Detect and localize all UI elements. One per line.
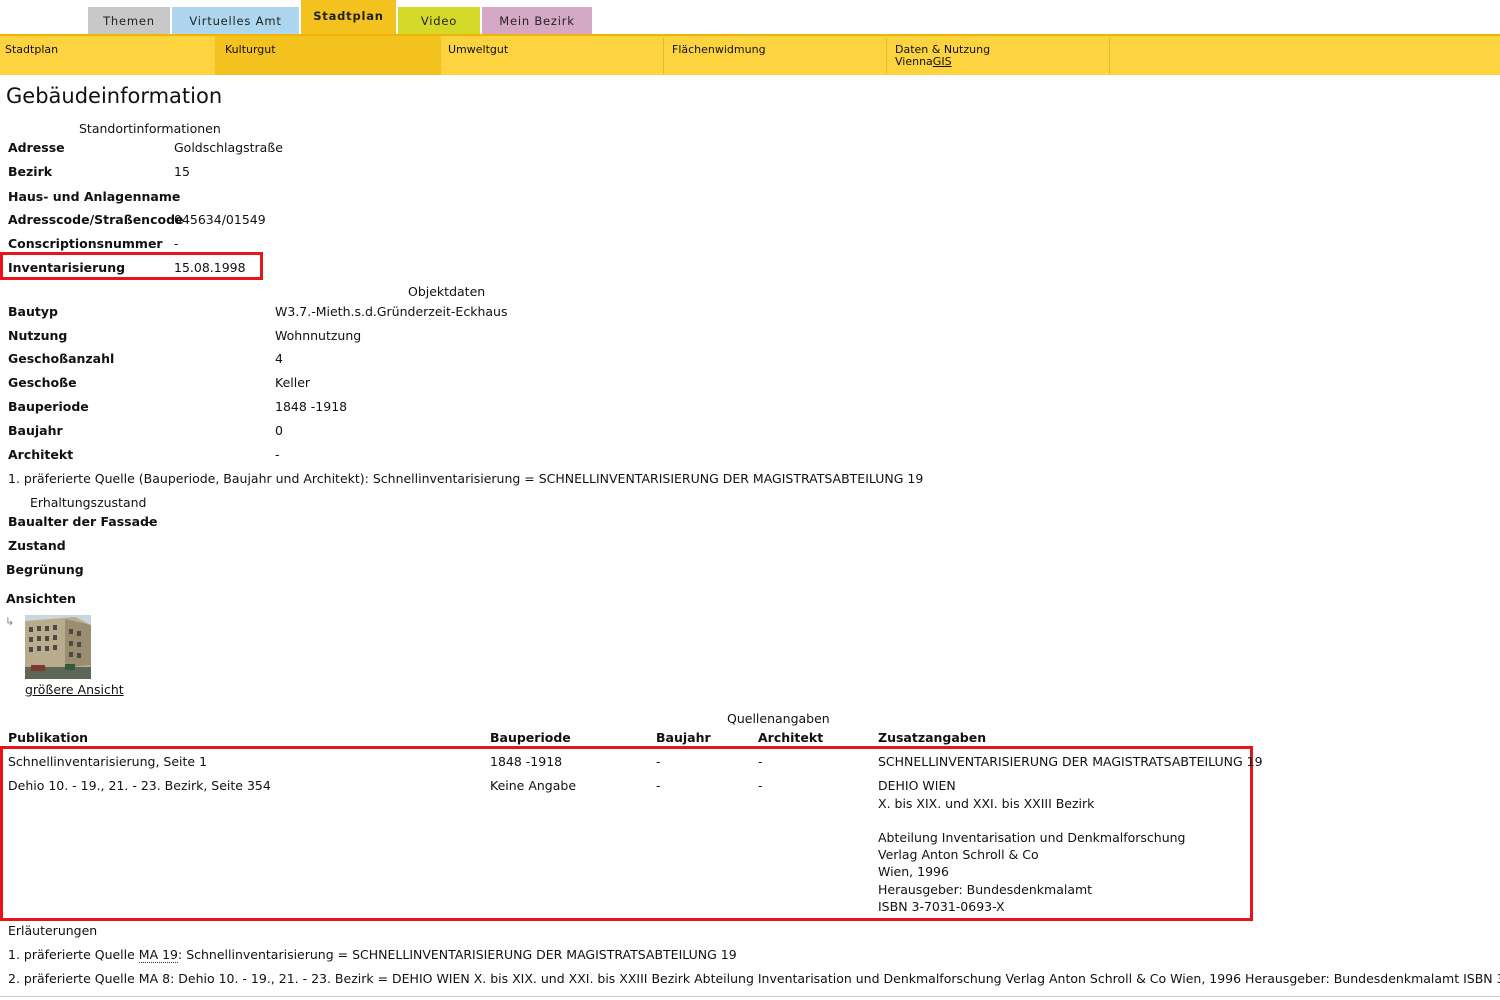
quellen-row2-zusatz-line5: Verlag Anton Schroll & Co bbox=[878, 847, 1039, 862]
quellen-row2-zusatz-line7: Herausgeber: Bundesdenkmalamt bbox=[878, 882, 1093, 897]
objekt-value-bautyp: W3.7.-Mieth.s.d.Gründerzeit-Eckhaus bbox=[275, 304, 508, 319]
quellen-col-baujahr: Baujahr bbox=[656, 730, 711, 745]
quellen-col-zusatzangaben: Zusatzangaben bbox=[878, 730, 987, 745]
objekt-label-geschosse: Geschoße bbox=[8, 375, 77, 390]
objekt-value-nutzung: Wohnnutzung bbox=[275, 328, 362, 343]
standort-label-bezirk: Bezirk bbox=[8, 164, 53, 179]
tab-virtuelles-amt[interactable]: Virtuelles Amt bbox=[172, 7, 299, 34]
return-arrow-icon: ↳ bbox=[5, 615, 15, 628]
quellen-row2-zusatz-line6: Wien, 1996 bbox=[878, 864, 949, 879]
objekt-heading: Objektdaten bbox=[408, 284, 486, 299]
subnav-divider bbox=[663, 38, 664, 74]
building-photo-thumbnail[interactable] bbox=[25, 615, 91, 679]
tab-themen[interactable]: Themen bbox=[88, 7, 170, 34]
erhaltung-heading: Erhaltungszustand bbox=[30, 495, 147, 510]
objekt-label-bauperiode: Bauperiode bbox=[8, 399, 89, 414]
quellen-row1-publikation: Schnellinventarisierung, Seite 1 bbox=[8, 754, 208, 769]
quellen-col-publikation: Publikation bbox=[8, 730, 89, 745]
subnav-daten-nutzung[interactable]: Daten & Nutzung ViennaGIS bbox=[890, 36, 1109, 75]
standort-label-hausname: Haus- und Anlagenname bbox=[8, 189, 181, 204]
abbr-ma8: MA 8 bbox=[138, 971, 171, 986]
quellen-row2-zusatz-line2: X. bis XIX. und XXI. bis XXIII Bezirk bbox=[878, 796, 1095, 811]
objekt-label-geschossanzahl: Geschoßanzahl bbox=[8, 351, 115, 366]
erhaltung-label-zustand: Zustand bbox=[8, 538, 66, 553]
tab-video[interactable]: Video bbox=[398, 7, 480, 34]
quellen-row2-zusatz-line4: Abteilung Inventarisation und Denkmalfor… bbox=[878, 830, 1186, 845]
quellen-row1-bauperiode: 1848 -1918 bbox=[490, 754, 563, 769]
standort-value-adresse: Goldschlagstraße bbox=[174, 140, 283, 155]
erhaltung-label-baualter: Baualter der Fassade bbox=[8, 514, 158, 529]
objekt-source-note: 1. präferierte Quelle (Bauperiode, Bauja… bbox=[8, 471, 924, 486]
objekt-label-nutzung: Nutzung bbox=[8, 328, 68, 343]
highlight-box-inventarisierung bbox=[0, 252, 263, 280]
erhaltung-value-baualter: - bbox=[147, 514, 152, 529]
objekt-value-bauperiode: 1848 -1918 bbox=[275, 399, 348, 414]
quellen-row2-bauperiode: Keine Angabe bbox=[490, 778, 577, 793]
standort-value-adresscode: 045634/01549 bbox=[174, 212, 266, 227]
sub-navigation: Stadtplan Kulturgut Umweltgut Flächenwid… bbox=[0, 34, 1500, 75]
larger-view-link[interactable]: größere Ansicht bbox=[25, 682, 124, 697]
objekt-label-architekt: Architekt bbox=[8, 447, 74, 462]
ansichten-heading: Ansichten bbox=[6, 591, 76, 606]
quellen-col-bauperiode: Bauperiode bbox=[490, 730, 571, 745]
standort-value-hausname: - bbox=[174, 189, 179, 204]
subnav-divider bbox=[1109, 38, 1110, 74]
quellen-row2-baujahr: - bbox=[656, 778, 661, 793]
objekt-label-baujahr: Baujahr bbox=[8, 423, 63, 438]
quellen-row1-baujahr: - bbox=[656, 754, 661, 769]
quellen-row2-zusatz-line1: DEHIO WIEN bbox=[878, 778, 956, 793]
tab-stadtplan[interactable]: Stadtplan bbox=[301, 0, 396, 34]
subnav-viennagis-label: ViennaGIS bbox=[895, 55, 952, 68]
standort-heading: Standortinformationen bbox=[79, 121, 221, 136]
quellen-row1-zusatz: SCHNELLINVENTARISIERUNG DER MAGISTRATSAB… bbox=[878, 754, 1263, 769]
erlaeuterungen-line2: 2. präferierte Quelle MA 8: Dehio 10. - … bbox=[8, 971, 1500, 986]
subnav-stadtplan[interactable]: Stadtplan bbox=[0, 36, 215, 75]
standort-label-adresse: Adresse bbox=[8, 140, 65, 155]
standort-value-conscription: - bbox=[174, 236, 179, 251]
erlaeuterungen-line1: 1. präferierte Quelle MA 19: Schnellinve… bbox=[8, 947, 737, 963]
quellen-row2-architekt: - bbox=[758, 778, 763, 793]
standort-label-conscription: Conscriptionsnummer bbox=[8, 236, 163, 251]
subnav-flaechenwidmung[interactable]: Flächenwidmung bbox=[667, 36, 885, 75]
standort-value-bezirk: 15 bbox=[174, 164, 190, 179]
objekt-value-baujahr: 0 bbox=[275, 423, 283, 438]
quellen-col-architekt: Architekt bbox=[758, 730, 824, 745]
quellen-row2-publikation: Dehio 10. - 19., 21. - 23. Bezirk, Seite… bbox=[8, 778, 271, 793]
objekt-label-bautyp: Bautyp bbox=[8, 304, 58, 319]
subnav-kulturgut[interactable]: Kulturgut bbox=[215, 36, 441, 75]
erhaltung-label-begruenung: Begrünung bbox=[6, 562, 84, 577]
objekt-value-geschossanzahl: 4 bbox=[275, 351, 283, 366]
quellen-row2-zusatz-line8: ISBN 3-7031-0693-X bbox=[878, 899, 1005, 914]
tab-mein-bezirk[interactable]: Mein Bezirk bbox=[482, 7, 592, 34]
quellen-heading: Quellenangaben bbox=[727, 711, 830, 726]
subnav-umweltgut[interactable]: Umweltgut bbox=[443, 36, 663, 75]
standort-label-adresscode: Adresscode/Straßencode bbox=[8, 212, 184, 227]
objekt-value-architekt: - bbox=[275, 447, 280, 462]
abbr-ma19: MA 19 bbox=[138, 947, 179, 963]
page-title: Gebäudeinformation bbox=[6, 84, 223, 108]
subnav-divider bbox=[886, 38, 887, 74]
erlaeuterungen-heading: Erläuterungen bbox=[8, 923, 98, 938]
footer-divider bbox=[0, 996, 1500, 997]
quellen-row1-architekt: - bbox=[758, 754, 763, 769]
objekt-value-geschosse: Keller bbox=[275, 375, 311, 390]
